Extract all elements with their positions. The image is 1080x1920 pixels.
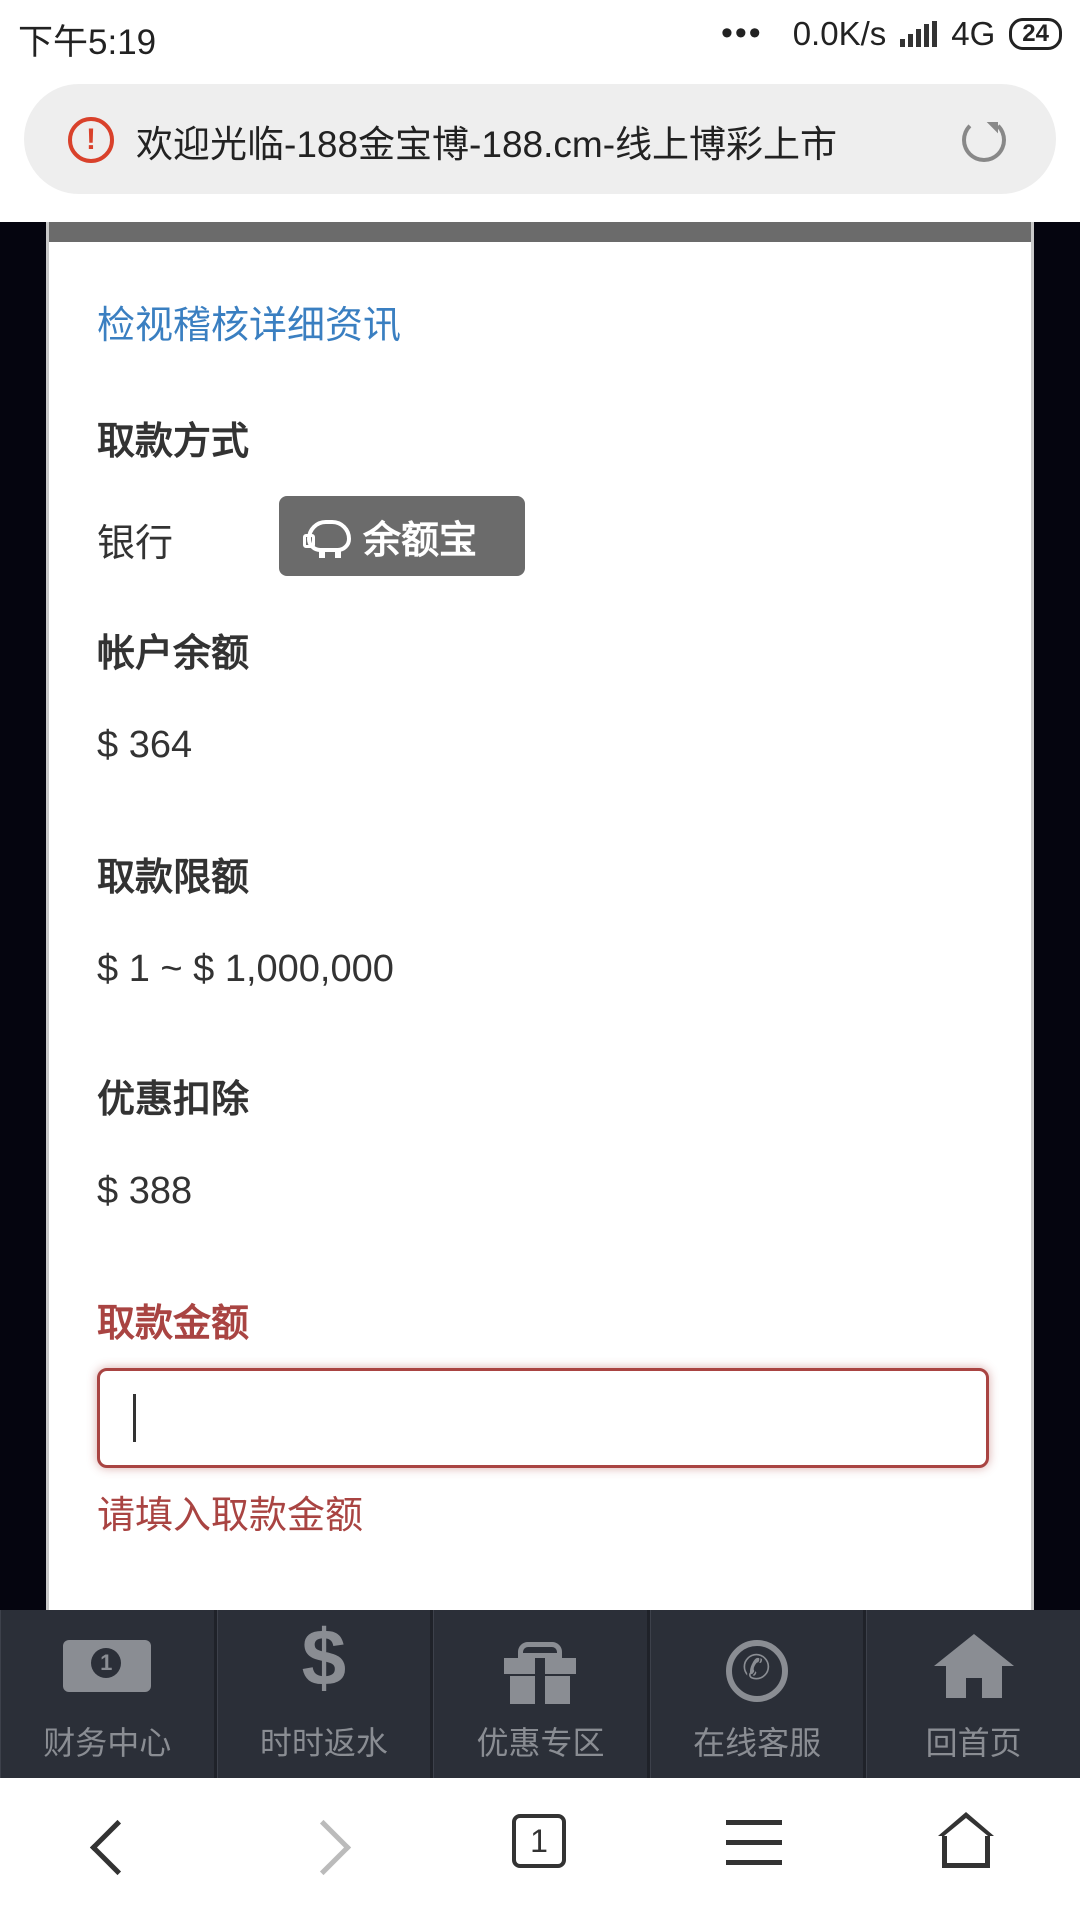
whatsapp-icon bbox=[726, 1640, 789, 1702]
nav-label: 优惠专区 bbox=[476, 1725, 605, 1761]
nav-label: 时时返水 bbox=[259, 1725, 388, 1761]
nav-promotions[interactable]: 优惠专区 bbox=[433, 1610, 650, 1778]
signal-icon bbox=[900, 20, 938, 47]
status-right: ••• 0.0K/s 4G 24 bbox=[721, 14, 1062, 53]
card-top-bar bbox=[49, 222, 1031, 242]
promo-deduction-label: 优惠扣除 bbox=[97, 1079, 250, 1121]
home-icon bbox=[933, 1634, 1014, 1698]
nav-customer-service[interactable]: 在线客服 bbox=[649, 1610, 867, 1778]
balance-treasure-label: 余额宝 bbox=[363, 519, 478, 562]
network-type: 4G bbox=[951, 14, 996, 52]
withdraw-limit-value: $ 1 ~ $ 1,000,000 bbox=[97, 948, 394, 990]
nav-label: 回首页 bbox=[925, 1725, 1022, 1761]
withdraw-amount-label: 取款金额 bbox=[97, 1303, 250, 1345]
status-time: 下午5:19 bbox=[18, 23, 157, 62]
browser-toolbar: 1 bbox=[0, 1778, 1080, 1920]
dollar-icon: $ bbox=[301, 1613, 347, 1702]
battery-icon: 24 bbox=[1009, 17, 1062, 50]
withdraw-amount-error: 请填入取款金额 bbox=[97, 1495, 364, 1537]
withdraw-card: 检视稽核详细资讯 取款方式 银行 余额宝 帐户余额 $ 364 取款限额 $ 1… bbox=[46, 222, 1034, 1610]
browser-home-icon[interactable] bbox=[938, 1812, 994, 1868]
withdraw-amount-input[interactable] bbox=[97, 1368, 989, 1468]
warning-icon[interactable]: ! bbox=[68, 117, 114, 163]
more-dots-icon: ••• bbox=[720, 14, 763, 52]
withdraw-method-label: 取款方式 bbox=[97, 421, 250, 463]
network-speed: 0.0K/s bbox=[792, 14, 887, 52]
account-balance-value: $ 364 bbox=[97, 724, 193, 766]
withdraw-limit-label: 取款限额 bbox=[97, 857, 250, 899]
withdraw-method-value: 银行 bbox=[97, 523, 174, 565]
address-bar[interactable]: ! 欢迎光临-188金宝博-188.cm-线上博彩上市 bbox=[24, 84, 1056, 194]
gift-icon bbox=[504, 1640, 577, 1704]
nav-rebate[interactable]: $ 时时返水 bbox=[216, 1610, 434, 1778]
promo-deduction-value: $ 388 bbox=[97, 1170, 193, 1212]
site-bottom-nav: 财务中心 $ 时时返水 优惠专区 在线客服 回首页 bbox=[0, 1610, 1080, 1778]
address-title[interactable]: 欢迎光临-188金宝博-188.cm-线上博彩上市 bbox=[136, 114, 926, 168]
money-bill-icon bbox=[63, 1640, 152, 1692]
nav-label: 在线客服 bbox=[693, 1725, 822, 1761]
nav-finance-center[interactable]: 财务中心 bbox=[0, 1610, 217, 1778]
audit-details-link[interactable]: 检视稽核详细资讯 bbox=[97, 294, 401, 349]
forward-icon[interactable] bbox=[295, 1819, 352, 1876]
reload-icon[interactable] bbox=[962, 118, 1006, 162]
balance-treasure-button[interactable]: 余额宝 bbox=[279, 496, 525, 576]
nav-home[interactable]: 回首页 bbox=[866, 1610, 1080, 1778]
status-bar: 下午5:19 ••• 0.0K/s 4G 24 bbox=[0, 0, 1080, 75]
menu-icon[interactable] bbox=[726, 1820, 782, 1866]
text-caret bbox=[133, 1394, 136, 1442]
account-balance-label: 帐户余额 bbox=[97, 633, 250, 675]
tabs-button[interactable]: 1 bbox=[512, 1814, 566, 1868]
nav-label: 财务中心 bbox=[43, 1725, 172, 1761]
back-icon[interactable] bbox=[89, 1819, 146, 1876]
piggy-bank-icon bbox=[303, 520, 351, 558]
